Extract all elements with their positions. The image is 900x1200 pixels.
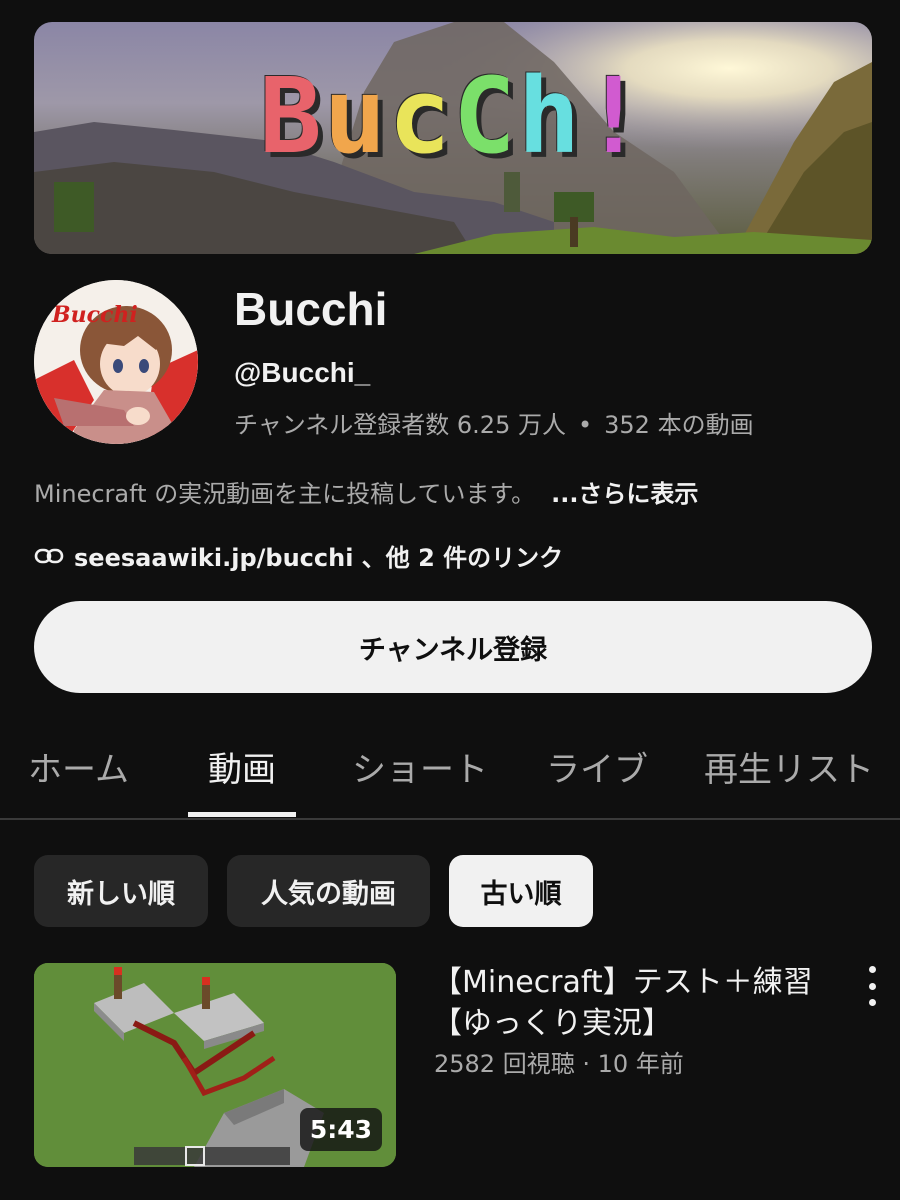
channel-banner: BucCh!	[34, 22, 872, 254]
channel-description[interactable]: Minecraft の実況動画を主に投稿しています。 ...さらに表示	[34, 474, 698, 509]
subscribe-button[interactable]: チャンネル登録	[34, 601, 872, 693]
banner-letter: !	[582, 55, 647, 177]
banner-letter: c	[388, 55, 453, 177]
active-tab-indicator	[188, 812, 296, 817]
tab-home[interactable]: ホーム	[28, 742, 129, 791]
description-text: Minecraft の実況動画を主に投稿しています。	[34, 480, 536, 508]
channel-stats: チャンネル登録者数 6.25 万人 • 352 本の動画	[234, 405, 754, 440]
link-icon	[34, 547, 64, 565]
subscriber-count: チャンネル登録者数 6.25 万人	[234, 411, 566, 439]
banner-letter: u	[323, 55, 389, 177]
channel-name: Bucchi	[234, 283, 388, 335]
tab-live[interactable]: ライブ	[546, 742, 648, 791]
avatar-text: Bucchi	[52, 302, 138, 328]
channel-avatar[interactable]: Bucchi	[34, 280, 198, 444]
links-text: seesaawiki.jp/bucchi 、他 2 件のリンク	[74, 544, 564, 572]
chip-popular[interactable]: 人気の動画	[227, 855, 430, 927]
tab-playlists[interactable]: 再生リスト	[704, 742, 874, 791]
video-duration: 5:43	[299, 1108, 382, 1151]
stats-separator: •	[577, 411, 593, 439]
banner-letter: h	[517, 55, 583, 177]
banner-logo-text: BucCh!	[34, 64, 872, 168]
chip-oldest[interactable]: 古い順	[449, 855, 593, 927]
banner-letter: B	[259, 55, 324, 177]
more-vertical-icon[interactable]	[860, 966, 884, 1006]
channel-handle: @Bucchi_	[234, 357, 371, 388]
chip-newest[interactable]: 新しい順	[34, 855, 208, 927]
tab-shorts[interactable]: ショート	[352, 742, 488, 791]
video-title[interactable]: 【Minecraft】テスト＋練習【ゆっくり実況】	[432, 962, 842, 1044]
tab-videos[interactable]: 動画	[208, 742, 276, 791]
channel-links[interactable]: seesaawiki.jp/bucchi 、他 2 件のリンク	[34, 538, 563, 573]
channel-tabs: ホーム 動画 ショート ライブ 再生リスト	[0, 720, 900, 820]
banner-letter: C	[453, 55, 518, 177]
show-more-link[interactable]: ...さらに表示	[551, 480, 698, 508]
video-meta: 2582 回視聴 · 10 年前	[434, 1050, 684, 1078]
video-count: 352 本の動画	[604, 411, 754, 439]
video-thumbnail[interactable]: 5:43	[34, 963, 396, 1167]
